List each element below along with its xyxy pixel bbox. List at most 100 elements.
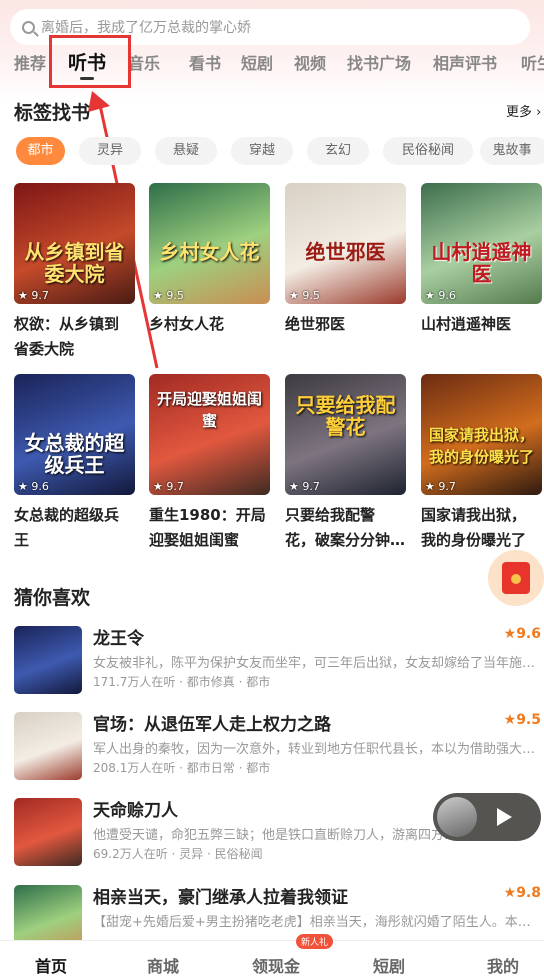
search-icon bbox=[22, 20, 35, 34]
nav-home[interactable]: 首页 bbox=[35, 953, 67, 977]
rating-value: 9.7 bbox=[302, 480, 320, 493]
tab-crosstalk[interactable]: 相声评书 bbox=[433, 50, 497, 74]
tag-supernatural[interactable]: 灵异 bbox=[79, 137, 141, 165]
book-title-line: 重生1980：开局 bbox=[149, 506, 266, 524]
book-title: 女总裁的超级兵王 bbox=[14, 503, 135, 553]
book-cover: 山村逍遥神医 ★ 9.6 bbox=[421, 183, 542, 304]
book-cover: 绝世邪医 ★ 9.5 bbox=[285, 183, 406, 304]
cover-title: 只要给我配警花 bbox=[295, 393, 396, 439]
red-envelope-button[interactable] bbox=[488, 550, 544, 606]
rating-value: 9.5 bbox=[302, 289, 320, 302]
tag-folklore[interactable]: 民俗秘闻 bbox=[383, 137, 473, 165]
book-card[interactable]: 开局迎娶姐姐闺蜜 ★ 9.7 重生1980：开局 迎娶姐姐闺蜜 bbox=[149, 374, 270, 553]
book-card[interactable]: 女总裁的超级兵王 ★ 9.6 女总裁的超级兵王 bbox=[14, 374, 135, 553]
list-item[interactable]: 龙王令 ★9.6 女友被非礼，陈平为保护女友而坐牢，可三年后出狱，女友却嫁给了当… bbox=[14, 626, 544, 696]
book-title: 只要给我配警 花，破案分分钟… bbox=[285, 503, 406, 553]
list-thumb bbox=[14, 798, 82, 866]
book-title-line: 我的身份曝光了 bbox=[421, 531, 527, 549]
tab-more[interactable]: 听生 bbox=[521, 50, 544, 74]
search-placeholder: 离婚后，我成了亿万总裁的掌心娇 bbox=[41, 20, 251, 36]
book-title-line: 国家请我出狱， bbox=[421, 506, 527, 524]
tab-recommend[interactable]: 推荐 bbox=[14, 50, 46, 74]
tag-row-overflow: 鬼故事 bbox=[480, 137, 544, 165]
tag-time-travel[interactable]: 穿越 bbox=[231, 137, 293, 165]
list-item[interactable]: 官场：从退伍军人走上权力之路 ★9.5 军人出身的秦牧，因为一次意外，转业到地方… bbox=[14, 712, 544, 782]
book-title: 国家请我出狱， 我的身份曝光了 bbox=[421, 503, 542, 553]
book-card[interactable]: 只要给我配警花 ★ 9.7 只要给我配警 花，破案分分钟… bbox=[285, 374, 406, 553]
list-title: 官场：从退伍军人走上权力之路 bbox=[93, 715, 331, 735]
book-cover: 只要给我配警花 ★ 9.7 bbox=[285, 374, 406, 495]
list-title: 相亲当天，豪门继承人拉着我领证 bbox=[93, 888, 348, 908]
tab-video[interactable]: 视频 bbox=[294, 50, 326, 74]
red-envelope-icon bbox=[502, 562, 530, 594]
rating-value: 9.7 bbox=[166, 480, 184, 493]
rating-badge: ★ 9.7 bbox=[289, 480, 320, 493]
book-title: 山村逍遥神医 bbox=[421, 312, 542, 337]
book-title: 重生1980：开局 迎娶姐姐闺蜜 bbox=[149, 503, 270, 553]
rating-badge: ★ 9.7 bbox=[153, 480, 184, 493]
list-score: ★9.6 bbox=[503, 626, 541, 642]
list-thumb bbox=[14, 712, 82, 780]
tab-book-plaza[interactable]: 找书广场 bbox=[347, 50, 411, 74]
tag-urban[interactable]: 都市 bbox=[16, 137, 65, 165]
more-label: 更多 bbox=[506, 105, 533, 120]
cover-title: 女总裁的超级兵王 bbox=[24, 431, 125, 477]
play-icon[interactable] bbox=[497, 808, 512, 826]
list-score-value: 9.6 bbox=[516, 626, 541, 642]
list-score-value: 9.5 bbox=[516, 712, 541, 728]
cover-title: 开局迎娶姐姐闺蜜 bbox=[156, 390, 262, 430]
list-meta: 171.7万人在听 · 都市修真 · 都市 bbox=[93, 675, 271, 689]
tab-short-drama[interactable]: 短剧 bbox=[241, 50, 273, 74]
mini-player[interactable] bbox=[433, 793, 541, 841]
cover-title: 绝世邪医 bbox=[305, 240, 386, 264]
list-meta: 208.1万人在听 · 都市日常 · 都市 bbox=[93, 761, 271, 775]
rating-badge: ★ 9.7 bbox=[425, 480, 456, 493]
book-card[interactable]: 绝世邪医 ★ 9.5 绝世邪医 bbox=[285, 183, 406, 337]
more-link[interactable]: 更多 › bbox=[506, 101, 541, 120]
rating-value: 9.7 bbox=[31, 289, 49, 302]
tag-mystery[interactable]: 悬疑 bbox=[155, 137, 217, 165]
tab-music[interactable]: 音乐 bbox=[128, 50, 160, 74]
rating-badge: ★ 9.6 bbox=[18, 480, 49, 493]
list-score-value: 9.8 bbox=[516, 885, 541, 901]
book-title-line: 山村逍遥神医 bbox=[421, 315, 512, 333]
rating-value: 9.5 bbox=[166, 289, 184, 302]
book-title-line: 女总裁的超级兵 bbox=[14, 506, 120, 524]
tag-section-title: 标签找书 bbox=[14, 102, 91, 124]
highlight-box bbox=[49, 35, 131, 88]
player-avatar bbox=[437, 797, 477, 837]
book-title-line: 乡村女人花 bbox=[149, 315, 225, 333]
book-title: 绝世邪医 bbox=[285, 312, 406, 337]
book-title-line: 权欲：从乡镇到 bbox=[14, 315, 120, 333]
book-card[interactable]: 乡村女人花 ★ 9.5 乡村女人花 bbox=[149, 183, 270, 337]
nav-short-drama[interactable]: 短剧 bbox=[373, 953, 405, 977]
book-title: 权欲：从乡镇到 省委大院 bbox=[14, 312, 135, 362]
guess-section-title: 猜你喜欢 bbox=[14, 587, 91, 609]
book-title-line: 省委大院 bbox=[14, 340, 75, 358]
cover-title: 国家请我出狱，我的身份曝光了 bbox=[428, 426, 534, 466]
book-card[interactable]: 国家请我出狱，我的身份曝光了 ★ 9.7 国家请我出狱， 我的身份曝光了 bbox=[421, 374, 542, 553]
chevron-right-icon: › bbox=[532, 105, 542, 120]
book-title: 乡村女人花 bbox=[149, 312, 270, 337]
cover-title: 山村逍遥神医 bbox=[431, 240, 532, 286]
tab-read[interactable]: 看书 bbox=[189, 50, 221, 74]
nav-mall[interactable]: 商城 bbox=[147, 953, 179, 977]
list-score: ★9.8 bbox=[503, 885, 541, 901]
nav-cash[interactable]: 领现金 bbox=[252, 953, 300, 977]
rating-value: 9.6 bbox=[31, 480, 49, 493]
list-desc: 女友被非礼，陈平为保护女友而坐牢，可三年后出狱，女友却嫁给了当年施… bbox=[93, 656, 536, 671]
book-card[interactable]: 从乡镇到省委大院 ★ 9.7 权欲：从乡镇到 省委大院 bbox=[14, 183, 135, 362]
book-cover: 女总裁的超级兵王 ★ 9.6 bbox=[14, 374, 135, 495]
tag-ghost-story[interactable]: 鬼故事 bbox=[480, 137, 544, 165]
list-thumb bbox=[14, 626, 82, 694]
nav-mine[interactable]: 我的 bbox=[487, 953, 519, 977]
tag-fantasy[interactable]: 玄幻 bbox=[307, 137, 369, 165]
list-desc: 军人出身的秦牧，因为一次意外，转业到地方任职代县长，本以为借助强大… bbox=[93, 742, 536, 757]
book-card[interactable]: 山村逍遥神医 ★ 9.6 山村逍遥神医 bbox=[421, 183, 542, 337]
book-title-line: 只要给我配警 bbox=[285, 506, 376, 524]
list-desc: 【甜宠+先婚后爱+男主扮猪吃老虎】相亲当天，海彤就闪婚了陌生人。本… bbox=[93, 915, 531, 930]
cover-title: 乡村女人花 bbox=[159, 240, 260, 264]
cover-title: 从乡镇到省委大院 bbox=[24, 240, 125, 286]
bottom-nav: 首页 商城 领现金 新人礼 短剧 我的 bbox=[0, 934, 544, 979]
list-score: ★9.5 bbox=[503, 712, 541, 728]
